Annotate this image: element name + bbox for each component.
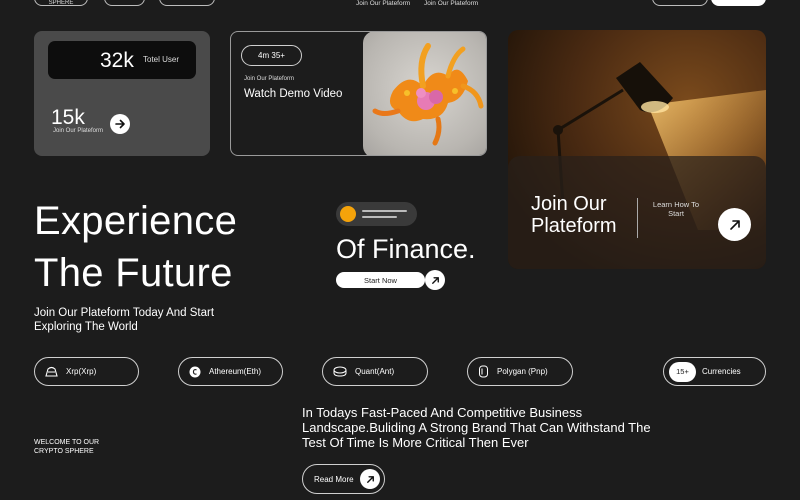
nav-pill-2[interactable] [159,0,215,6]
hero-title-line-1: Experience [34,199,238,243]
promo-title: Join Our Plateform [531,193,617,237]
promo-card[interactable]: Join Our Plateform Learn How To Start [508,30,766,269]
hero-title-line-2: The Future [34,251,233,295]
video-title: Watch Demo Video [244,88,343,100]
join-arrow-button[interactable] [110,114,130,134]
promo-divider [637,198,638,238]
start-arrow-button[interactable] [425,270,445,290]
total-users-box: 32k Totel User [48,41,196,79]
currencies-count-label: Currencies [702,367,741,376]
read-more-arrow[interactable] [360,469,380,489]
arrow-up-right-icon [431,276,439,284]
currency-pill-polygon[interactable]: Polygan (Pnp) [467,357,573,386]
hero-subtitle: Join Our Plateform Today And Start Explo… [34,307,215,333]
currency-label: Athereum(Eth) [209,367,262,376]
polygon-icon [478,365,489,378]
total-users-label: Totel User [143,55,180,64]
read-more-label: Read More [314,474,354,484]
toggle-line [362,216,397,218]
promo-overlay: Join Our Plateform Learn How To Start [508,156,766,269]
currency-pill-ethereum[interactable]: Athereum(Eth) [178,357,283,386]
nav-login-button[interactable] [652,0,708,6]
currency-label: Quant(Ant) [355,367,395,376]
currencies-count-pill[interactable]: 15+ Currencies [663,357,766,386]
stats-card: 32k Totel User 15k Join Our Plateform [34,31,210,156]
hero-title: Experience The Future [34,195,237,299]
promo-link[interactable]: Learn How To Start [644,200,708,218]
total-users-value: 32k [100,49,134,72]
nav-pill-1[interactable] [104,0,145,6]
nav-signup-button[interactable] [711,0,766,6]
xrp-icon [45,366,58,377]
arrow-right-icon [115,119,125,129]
toggle-knob [340,206,356,222]
video-card[interactable]: 4m 35+ Join Our Plateform Watch Demo Vid… [230,31,487,156]
video-caption: Join Our Plateform [244,76,295,82]
start-now-button[interactable]: Start Now [336,272,425,288]
currency-label: Xrp(Xrp) [66,367,97,376]
currency-pill-xrp[interactable]: Xrp(Xrp) [34,357,139,386]
logo-text: SPHERE [48,0,74,6]
toggle-line [362,210,407,212]
about-body-text: In Todays Fast-Paced And Competitive Bus… [302,405,651,450]
nav-link-2[interactable]: Join Our Plateform [424,0,478,7]
arrow-up-right-icon [729,219,740,230]
finance-heading: Of Finance. [336,234,476,264]
currency-pill-quant[interactable]: Quant(Ant) [322,357,428,386]
toggle-switch[interactable] [336,202,417,226]
joined-caption: Join Our Plateform [53,128,104,134]
ethereum-icon [189,366,201,378]
duration-badge: 4m 35+ [241,45,302,66]
quant-icon [333,366,347,377]
currencies-count-badge: 15+ [669,361,696,382]
coral-artwork [363,32,486,155]
read-more-button[interactable]: Read More [302,464,385,494]
promo-arrow-button[interactable] [718,208,751,241]
nav-link-1[interactable]: Join Our Plateform [356,0,410,7]
joined-value: 15k [51,106,85,129]
currency-label: Polygan (Pnp) [497,367,548,376]
coral-illustration [372,43,484,146]
arrow-up-right-icon [366,475,374,483]
welcome-text: WELCOME TO OUR CRYPTO SPHERE [34,439,100,455]
logo[interactable]: SPHERE [34,0,88,6]
